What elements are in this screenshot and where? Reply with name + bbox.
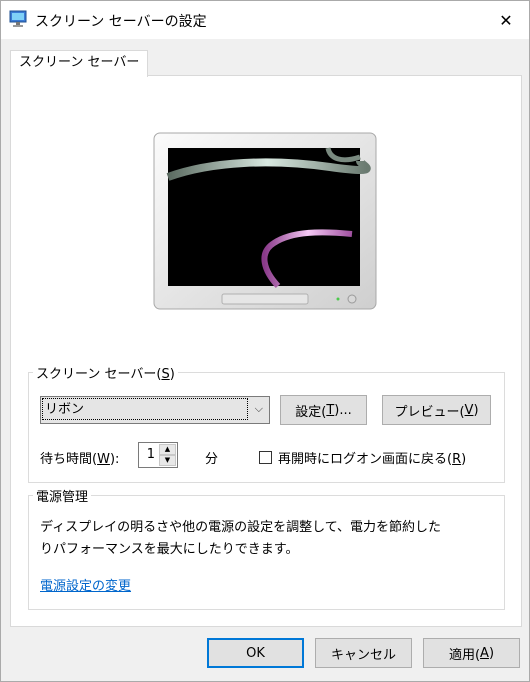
close-icon: ✕: [499, 10, 513, 30]
settings-button[interactable]: 設定(T)...: [280, 395, 367, 425]
resume-logon-label[interactable]: 再開時にログオン画面に戻る(R): [278, 448, 466, 467]
power-description-line2: りパフォーマンスを最大にしたりできます。: [40, 542, 299, 557]
wait-time-unit: 分: [205, 452, 219, 467]
screensaver-select[interactable]: リボン ⌵: [40, 396, 270, 424]
resume-logon-checkbox[interactable]: [259, 451, 272, 464]
power-management-label: 電源管理: [36, 490, 89, 505]
monitor-preview: [153, 132, 377, 310]
power-management-group: 電源管理 ディスプレイの明るさや他の電源の設定を調整して、電力を節約した りパフ…: [28, 486, 505, 610]
title-bar: スクリーン セーバーの設定 ✕: [1, 1, 529, 39]
change-power-settings-link[interactable]: 電源設定の変更: [40, 575, 131, 594]
apply-button[interactable]: 適用(A): [423, 638, 520, 668]
spin-up-arrow-icon[interactable]: ▲: [159, 444, 176, 455]
screensaver-select-value: リボン: [42, 398, 248, 420]
tab-panel: スクリーン セーバー(S) リボン ⌵ 設定(T)... プレビュー(V) 待ち…: [10, 75, 522, 627]
cancel-button[interactable]: キャンセル: [315, 638, 412, 668]
display-settings-icon: [9, 10, 27, 27]
tab-screensaver[interactable]: スクリーン セーバー: [10, 50, 149, 77]
screensaver-group-label: スクリーン セーバー(S): [36, 367, 175, 382]
window-title: スクリーン セーバーの設定: [35, 14, 207, 30]
screensaver-group: スクリーン セーバー(S) リボン ⌵ 設定(T)... プレビュー(V) 待ち…: [28, 363, 505, 483]
wait-time-label: 待ち時間(W):: [40, 452, 120, 467]
preview-button[interactable]: プレビュー(V): [382, 395, 491, 425]
spin-down-arrow-icon[interactable]: ▼: [159, 455, 176, 466]
screensaver-settings-window: スクリーン セーバーの設定 ✕ スクリーン セーバー スクリーン セーバー(S)…: [0, 0, 530, 682]
close-button[interactable]: ✕: [483, 1, 529, 39]
power-description-line1: ディスプレイの明るさや他の電源の設定を調整して、電力を節約した: [40, 520, 442, 535]
ok-button[interactable]: OK: [207, 638, 304, 668]
chevron-down-icon: ⌵: [254, 402, 263, 415]
wait-time-value: 1: [146, 447, 155, 462]
power-description: ディスプレイの明るさや他の電源の設定を調整して、電力を節約した りパフォーマンス…: [40, 517, 441, 561]
wait-time-input[interactable]: 1 ▲ ▼: [138, 442, 178, 468]
